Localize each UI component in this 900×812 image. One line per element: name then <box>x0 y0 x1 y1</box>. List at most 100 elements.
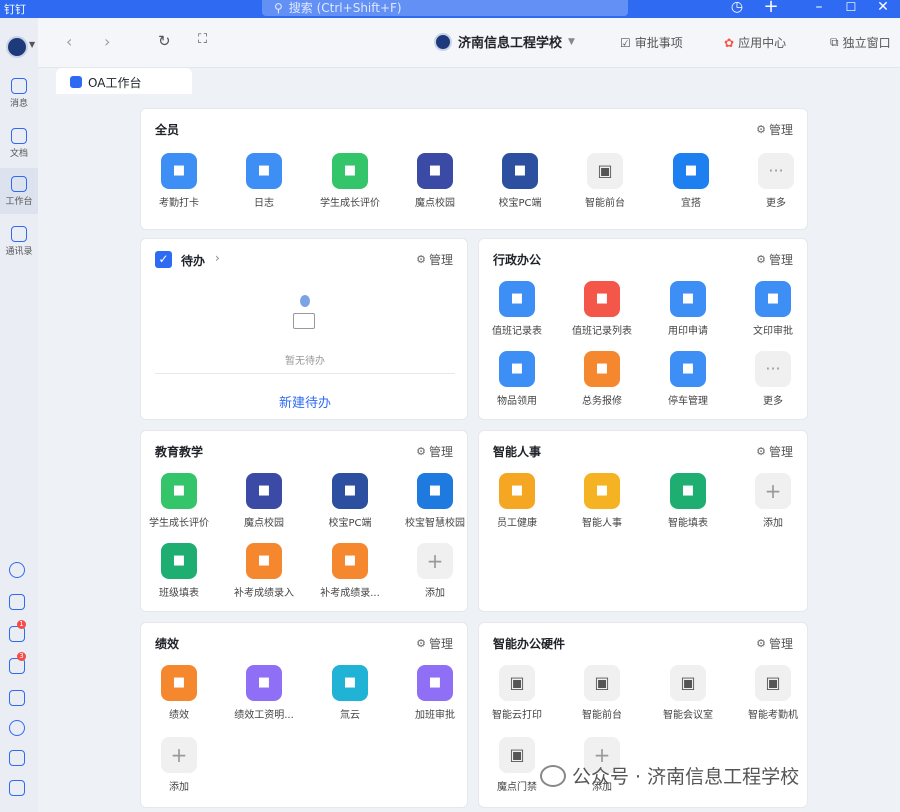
standalone-window-button[interactable]: ⧉ 独立窗口 <box>830 34 891 51</box>
new-todo-button[interactable]: 新建待办 <box>141 392 469 411</box>
manage-button[interactable]: ⚙ 管理 <box>756 251 793 268</box>
app-center-button[interactable]: ✿ 应用中心 <box>724 34 786 51</box>
school-logo-icon <box>434 32 452 51</box>
app-icon: ■ <box>246 543 282 579</box>
watermark-text: 公众号 · 济南信息工程学校 <box>572 766 800 788</box>
app-icon: ■ <box>499 473 535 509</box>
app-label: 学生成长评价 <box>320 198 380 209</box>
fullscreen-icon[interactable]: ⛶ <box>198 32 207 47</box>
app-tile[interactable]: ■ 停车管理 <box>645 351 731 407</box>
app-tile[interactable]: ■ 校宝PC端 <box>307 473 393 529</box>
phone-icon[interactable] <box>9 720 25 736</box>
app-tile[interactable]: ■ 考勤打卡 <box>136 153 222 209</box>
chevron-down-icon[interactable]: ▼ <box>29 40 35 49</box>
app-tile[interactable]: ··· 更多 <box>733 153 819 209</box>
app-tile[interactable]: ■ 文印审批 <box>730 281 816 337</box>
manage-label: 管理 <box>428 253 453 267</box>
standalone-label: 独立窗口 <box>842 36 891 50</box>
history-icon[interactable]: ◷ <box>726 0 748 18</box>
app-tile[interactable]: ■ 班级填表 <box>136 543 222 599</box>
app-tile[interactable]: ■ 氚云 <box>307 665 393 721</box>
section-performance: 绩效 ⚙ 管理 ■ 绩效 ■ 绩效工资明... ■ 氚云 ■ 加班审批 + 添加 <box>140 622 468 808</box>
app-tile[interactable]: ■ 魔点校园 <box>392 153 478 209</box>
app-tile[interactable]: ■ 加班审批 <box>392 665 478 721</box>
cloud-icon[interactable] <box>9 562 25 578</box>
sidebar-item-docs[interactable]: 文档 <box>0 126 38 166</box>
app-icon: ▣ <box>499 737 535 773</box>
app-tile[interactable]: ▣ 智能会议室 <box>645 665 731 721</box>
app-label: 绩效工资明... <box>234 710 294 721</box>
app-tile[interactable]: ▣ 智能前台 <box>562 153 648 209</box>
app-icon: ■ <box>670 351 706 387</box>
app-tile[interactable]: ■ 补考成绩录... <box>307 543 393 599</box>
ding-icon[interactable] <box>9 750 25 766</box>
app-tile[interactable]: ■ 魔点校园 <box>221 473 307 529</box>
workbench-tab-icon <box>70 76 82 88</box>
app-label: 学生成长评价 <box>149 518 209 529</box>
maximize-icon[interactable]: ☐ <box>840 0 862 18</box>
close-icon[interactable]: ✕ <box>872 0 894 18</box>
manage-button[interactable]: ⚙ 管理 <box>756 635 793 652</box>
app-label: 添加 <box>169 782 189 793</box>
app-tile[interactable]: ■ 校宝PC端 <box>477 153 563 209</box>
app-tile[interactable]: ■ 补考成绩录入 <box>221 543 307 599</box>
app-tile[interactable]: ■ 总务报修 <box>559 351 645 407</box>
section-title: 全员 <box>155 123 180 137</box>
app-label: 班级填表 <box>159 588 199 599</box>
refresh-icon[interactable]: ↻ <box>158 32 171 50</box>
app-icon: ··· <box>755 351 791 387</box>
back-icon[interactable]: ‹ <box>66 32 72 51</box>
folder-icon[interactable] <box>9 780 25 796</box>
app-tile[interactable]: ··· 更多 <box>730 351 816 407</box>
manage-button[interactable]: ⚙ 管理 <box>756 443 793 460</box>
app-tile[interactable]: ■ 员工健康 <box>474 473 560 529</box>
calendar-icon[interactable] <box>9 594 25 610</box>
app-label: 智能前台 <box>582 710 622 721</box>
app-tile[interactable]: ■ 智能填表 <box>645 473 731 529</box>
add-icon[interactable]: + <box>760 0 782 18</box>
sidebar-item-workbench[interactable]: 工作台 <box>0 168 38 214</box>
app-label: 魔点校园 <box>415 198 455 209</box>
sidebar-item-contacts[interactable]: 通讯录 <box>0 224 38 264</box>
manage-button[interactable]: ⚙ 管理 <box>416 251 453 268</box>
app-tile[interactable]: + 添加 <box>392 543 478 599</box>
manage-button[interactable]: ⚙ 管理 <box>416 443 453 460</box>
app-tile[interactable]: ▣ 智能前台 <box>559 665 645 721</box>
workbench-icon <box>11 176 27 192</box>
org-switcher[interactable]: 济南信息工程学校 ▼ <box>434 32 575 51</box>
app-tile[interactable]: ■ 学生成长评价 <box>136 473 222 529</box>
toolbar: ‹ › ↻ ⛶ 济南信息工程学校 ▼ ☑ 审批事项 ✿ 应用中心 ⧉ 独立窗口 <box>38 18 900 68</box>
app-icon: ■ <box>584 281 620 317</box>
manage-label: 管理 <box>768 253 793 267</box>
forward-icon[interactable]: › <box>104 32 110 51</box>
app-tile[interactable]: ▣ 智能云打印 <box>474 665 560 721</box>
approval-button[interactable]: ☑ 审批事项 <box>620 34 683 51</box>
app-tile[interactable]: + 添加 <box>136 737 222 793</box>
app-tile[interactable]: ■ 绩效工资明... <box>221 665 307 721</box>
manage-button[interactable]: ⚙ 管理 <box>416 635 453 652</box>
app-tile[interactable]: ■ 值班记录表 <box>474 281 560 337</box>
minimize-icon[interactable]: – <box>808 0 830 18</box>
chevron-right-icon[interactable]: › <box>215 251 220 265</box>
app-tile[interactable]: ■ 智能人事 <box>559 473 645 529</box>
app-tile[interactable]: ■ 校宝智慧校园 <box>392 473 478 529</box>
app-icon: ■ <box>332 543 368 579</box>
avatar[interactable] <box>6 36 28 58</box>
app-tile[interactable]: ■ 物品领用 <box>474 351 560 407</box>
search-input[interactable]: ⚲ 搜索 (Ctrl+Shift+F) <box>262 0 628 16</box>
sidebar-item-messages[interactable]: 消息 <box>0 76 38 116</box>
app-tile[interactable]: ▣ 智能考勤机 <box>730 665 816 721</box>
app-icon: ■ <box>673 153 709 189</box>
app-tile[interactable]: ■ 学生成长评价 <box>307 153 393 209</box>
tab-oa-workbench[interactable]: OA工作台 <box>56 68 192 96</box>
mail-icon[interactable] <box>9 690 25 706</box>
app-tile[interactable]: ■ 日志 <box>221 153 307 209</box>
app-tile[interactable]: ■ 值班记录列表 <box>559 281 645 337</box>
app-tile[interactable]: ■ 宜搭 <box>648 153 734 209</box>
section-title[interactable]: 待办 <box>181 252 205 269</box>
app-tile[interactable]: + 添加 <box>730 473 816 529</box>
app-tile[interactable]: ■ 绩效 <box>136 665 222 721</box>
manage-button[interactable]: ⚙ 管理 <box>756 121 793 138</box>
app-name: 钉钉 <box>4 3 26 16</box>
app-tile[interactable]: ■ 用印申请 <box>645 281 731 337</box>
